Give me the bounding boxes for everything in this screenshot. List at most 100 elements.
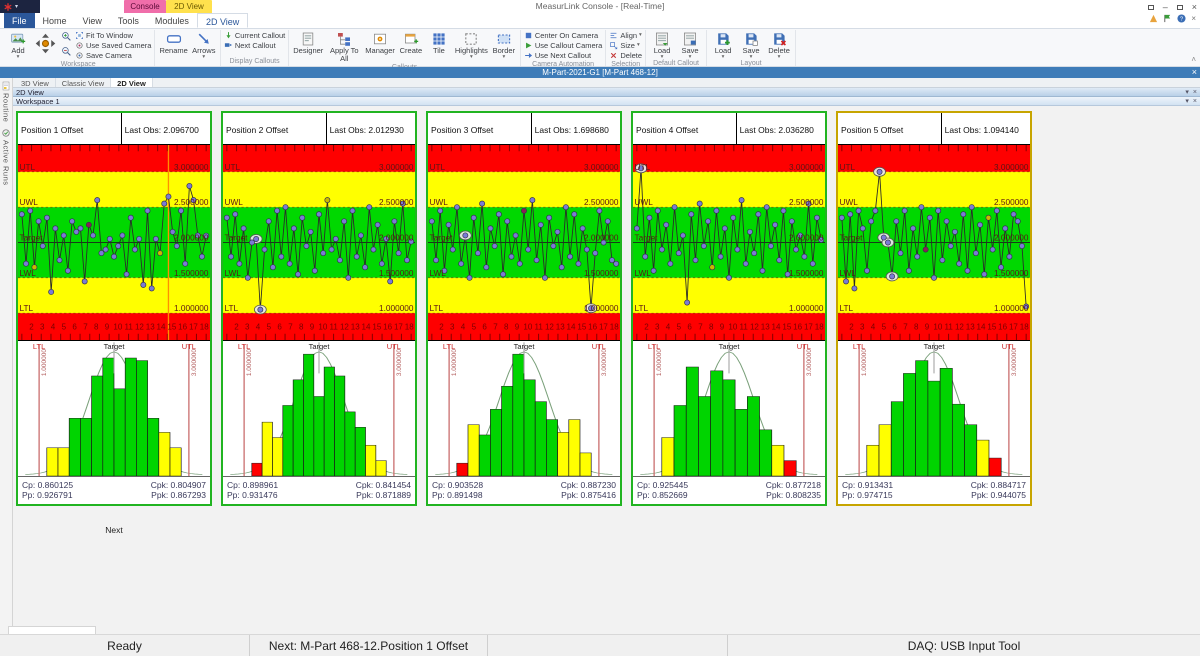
- svg-text:3.000000: 3.000000: [584, 162, 619, 172]
- svg-text:7: 7: [903, 322, 908, 331]
- dropdown-arrow-icon: ▾: [639, 32, 642, 38]
- ribbon-button-border[interactable]: Border▾: [491, 30, 517, 59]
- callout-panel-position-4-offset[interactable]: Position 4 Offset Last Obs: 2.036280 234…: [631, 111, 827, 506]
- view-tab-2d-view[interactable]: 2D View: [111, 78, 153, 87]
- notification-icon[interactable]: [1149, 14, 1158, 23]
- ribbon-button-rename[interactable]: Rename: [158, 30, 188, 55]
- sidebar-tab-active-runs[interactable]: Active Runs: [1, 128, 11, 186]
- collapse-ribbon-icon[interactable]: ˄: [1191, 55, 1196, 64]
- svg-text:7: 7: [288, 322, 293, 331]
- ribbon-button-center-on-camera[interactable]: Center On Camera: [524, 30, 603, 40]
- close-workspace-icon[interactable]: ×: [1193, 97, 1197, 106]
- characteristic-name: Position 5 Offset: [838, 113, 942, 144]
- contextual-tab-header-2dview[interactable]: 2D View: [166, 0, 212, 13]
- ribbon-button-zoom-in[interactable]: [60, 30, 73, 45]
- svg-text:10: 10: [318, 322, 327, 331]
- svg-text:13: 13: [556, 322, 565, 331]
- ribbon-button-use-saved-camera[interactable]: Use Saved Camera: [75, 40, 151, 50]
- pin-icon[interactable]: ▾: [1185, 88, 1189, 97]
- target-label: Target: [104, 342, 125, 351]
- panel-header: Position 4 Offset Last Obs: 2.036280: [633, 113, 825, 145]
- ribbon-button-delete[interactable]: Delete: [609, 50, 642, 60]
- callout-panel-position-1-offset[interactable]: Position 1 Offset Last Obs: 2.096700 234…: [16, 111, 212, 506]
- ribbon-button-load[interactable]: Load▾: [649, 30, 675, 59]
- close-panel-icon[interactable]: ×: [1193, 88, 1197, 97]
- ribbon-tab-home[interactable]: Home: [35, 13, 75, 28]
- svg-text:7: 7: [83, 322, 88, 331]
- ribbon-options-icon[interactable]: [1148, 2, 1154, 12]
- histogram-area: LTL UTL Target 1.000000 3.000000: [223, 341, 415, 477]
- status-empty: [488, 635, 728, 656]
- ribbon-button-size[interactable]: Size▾: [609, 40, 642, 50]
- callout-panel-position-5-offset[interactable]: Position 5 Offset Last Obs: 1.094140 234…: [836, 111, 1032, 506]
- ribbon-button-current-callout[interactable]: Current Callout: [224, 30, 285, 40]
- svg-text:LTL: LTL: [225, 303, 239, 313]
- ribbon-tab-view[interactable]: View: [75, 13, 110, 28]
- svg-text:3: 3: [245, 322, 250, 331]
- ribbon-button-create[interactable]: Create: [398, 30, 424, 55]
- ribbon-button-delete[interactable]: Delete▾: [766, 30, 792, 59]
- svg-text:5: 5: [677, 322, 682, 331]
- document-close-icon[interactable]: ×: [1192, 67, 1197, 78]
- svg-text:18: 18: [200, 322, 209, 331]
- ribbon-tab-tools[interactable]: Tools: [110, 13, 147, 28]
- ribbon-label-rename: Rename: [159, 47, 187, 55]
- ribbon-button-add[interactable]: Add▾: [5, 30, 31, 59]
- ribbon-button-save-camera[interactable]: Save Camera: [75, 50, 151, 60]
- svg-text:4: 4: [871, 322, 876, 331]
- ribbon-button-highlights[interactable]: Highlights▾: [454, 30, 489, 59]
- ribbon-button-save[interactable]: Save▾: [677, 30, 703, 59]
- cp-value: Cp: 0.903528: [432, 480, 483, 490]
- callout-panel-position-3-offset[interactable]: Position 3 Offset Last Obs: 1.698680 234…: [426, 111, 622, 506]
- flag-icon[interactable]: [1163, 14, 1172, 23]
- ribbon-button-use-next-callout[interactable]: Use Next Callout: [524, 50, 603, 60]
- restore-icon[interactable]: [1177, 2, 1183, 12]
- view-tab-classic-view[interactable]: Classic View: [56, 78, 111, 87]
- list-save-icon: [682, 31, 698, 47]
- svg-text:16: 16: [998, 322, 1007, 331]
- ribbon-tab-modules[interactable]: Modules: [147, 13, 197, 28]
- close-icon[interactable]: ×: [1192, 2, 1197, 12]
- workspace-header[interactable]: Workspace 1 ▾×: [13, 97, 1200, 106]
- svg-text:16: 16: [793, 322, 802, 331]
- ribbon-button-arrows[interactable]: Arrows▾: [191, 30, 217, 59]
- capability-stats: Cp: 0.860125 Cpk: 0.804907 Pp: 0.926791 …: [18, 477, 210, 504]
- ribbon-button-zoom-out[interactable]: [60, 45, 73, 60]
- run-chart: 23456789101112131415161718UTL3.000000UWL…: [838, 145, 1030, 340]
- ribbon-tab-2d-view[interactable]: 2D View: [197, 13, 248, 28]
- svg-text:2: 2: [849, 322, 854, 331]
- contextual-tab-header-console[interactable]: Console: [124, 0, 166, 13]
- view-panel-header[interactable]: 2D View ▾×: [13, 88, 1200, 97]
- sidebar-tab-routine[interactable]: Routine: [1, 81, 11, 122]
- ribbon-button-use-callout-camera[interactable]: Use Callout Camera: [524, 40, 603, 50]
- pin-icon[interactable]: ▾: [1185, 97, 1189, 106]
- ribbon-button-align[interactable]: Align▾: [609, 30, 642, 40]
- ribbon-tab-file[interactable]: File: [4, 13, 35, 28]
- close-ribbon-icon[interactable]: ×: [1191, 14, 1196, 23]
- minimize-icon[interactable]: –: [1163, 2, 1168, 12]
- callout-next-icon: [224, 41, 233, 50]
- ribbon-button-manager[interactable]: Manager: [364, 30, 396, 55]
- run-chart: 23456789101112131415161718UTL3.000000UWL…: [428, 145, 620, 340]
- view-tab-3d-view[interactable]: 3D View: [15, 78, 56, 87]
- svg-text:2.500000: 2.500000: [379, 197, 414, 207]
- ribbon-button-fit-to-window[interactable]: Fit To Window: [75, 30, 151, 40]
- ribbon-button-save[interactable]: Save▾: [738, 30, 764, 59]
- document-bar[interactable]: M-Part-2021-G1 [M-Part 468-12] ×: [0, 67, 1200, 78]
- svg-text:3: 3: [450, 322, 455, 331]
- ribbon-button-load[interactable]: Load▾: [710, 30, 736, 59]
- svg-text:Target: Target: [20, 232, 44, 242]
- ppk-value: Ppk: 0.875416: [561, 490, 616, 500]
- ribbon-button-tile[interactable]: Tile: [426, 30, 452, 55]
- ribbon-button-next-callout[interactable]: Next Callout: [224, 40, 285, 50]
- svg-text:UTL: UTL: [635, 162, 651, 172]
- ribbon-button-designer[interactable]: Designer: [292, 30, 324, 55]
- ribbon-button-nav-cross[interactable]: [33, 30, 58, 57]
- callout-panel-position-2-offset[interactable]: Position 2 Offset Last Obs: 2.012930 234…: [221, 111, 417, 506]
- ribbon-button-apply-to-all[interactable]: Apply To All: [326, 30, 362, 63]
- svg-text:8: 8: [504, 322, 509, 331]
- svg-text:2: 2: [234, 322, 239, 331]
- svg-text:3.000000: 3.000000: [379, 162, 414, 172]
- cp-value: Cp: 0.925445: [637, 480, 688, 490]
- help-icon[interactable]: ?: [1177, 14, 1186, 23]
